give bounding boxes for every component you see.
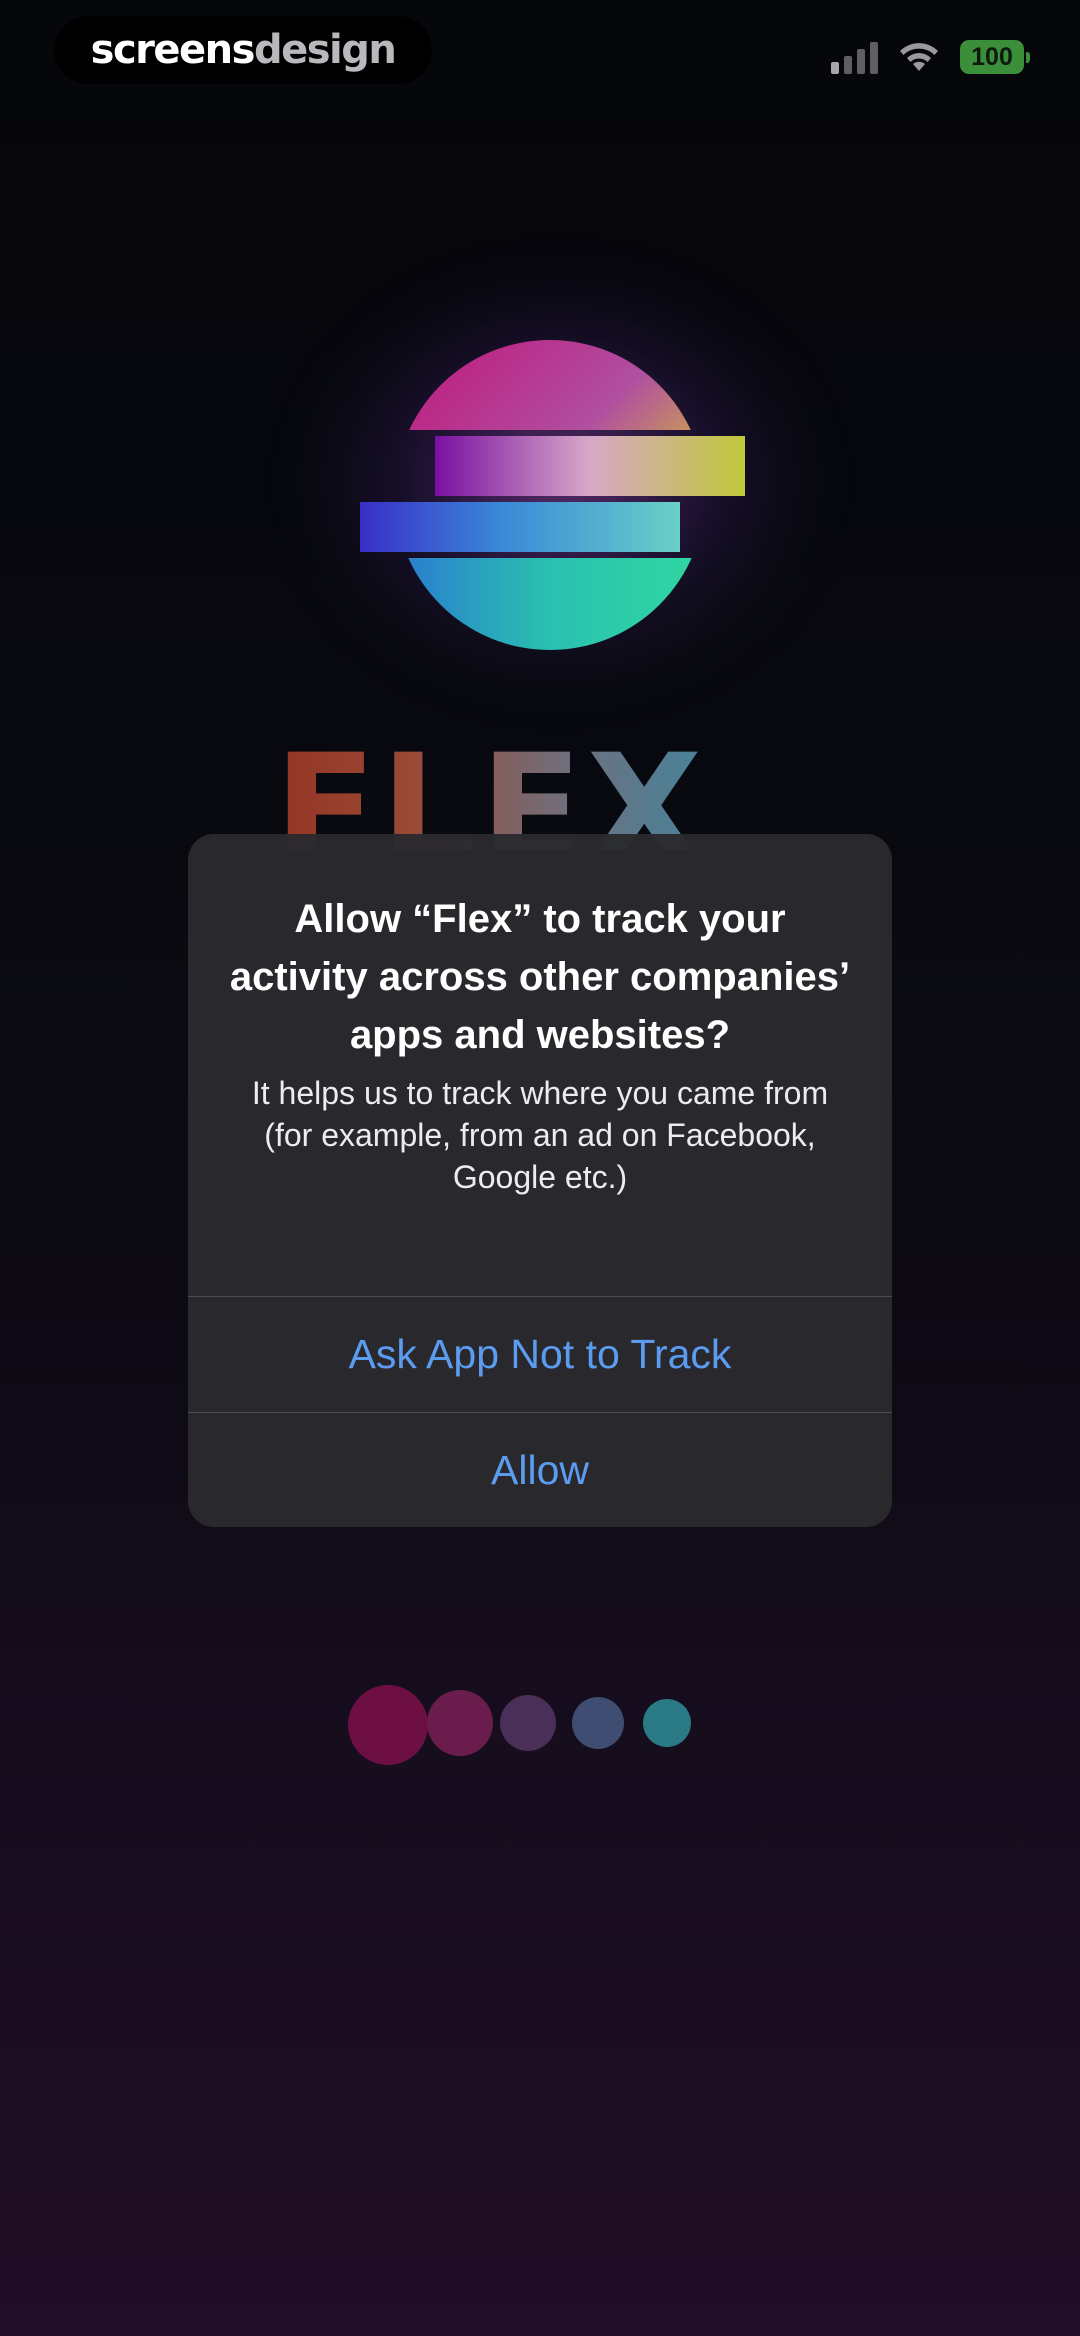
battery-icon: 100: [960, 40, 1030, 74]
page-dot: [643, 1699, 691, 1747]
ask-not-to-track-button[interactable]: Ask App Not to Track: [188, 1296, 892, 1412]
allow-button[interactable]: Allow: [188, 1412, 892, 1527]
flex-logo-icon: [360, 340, 745, 650]
page-dot: [348, 1685, 428, 1765]
page-dot: [500, 1695, 556, 1751]
cellular-signal-icon: [831, 40, 878, 74]
status-bar: 100: [831, 40, 1030, 74]
tracking-permission-dialog: Allow “Flex” to track your activity acro…: [188, 834, 892, 1527]
screensdesign-watermark: screens design: [54, 16, 432, 84]
page-dot: [572, 1697, 624, 1749]
page-dot: [427, 1690, 493, 1756]
dialog-body: Allow “Flex” to track your activity acro…: [188, 834, 892, 1296]
dialog-message: It helps us to track where you came from…: [251, 1075, 829, 1195]
dialog-title: Allow “Flex” to track your activity acro…: [229, 897, 851, 1057]
wifi-icon: [898, 41, 940, 73]
watermark-part2: design: [253, 27, 397, 73]
watermark-part1: screens: [90, 27, 256, 73]
